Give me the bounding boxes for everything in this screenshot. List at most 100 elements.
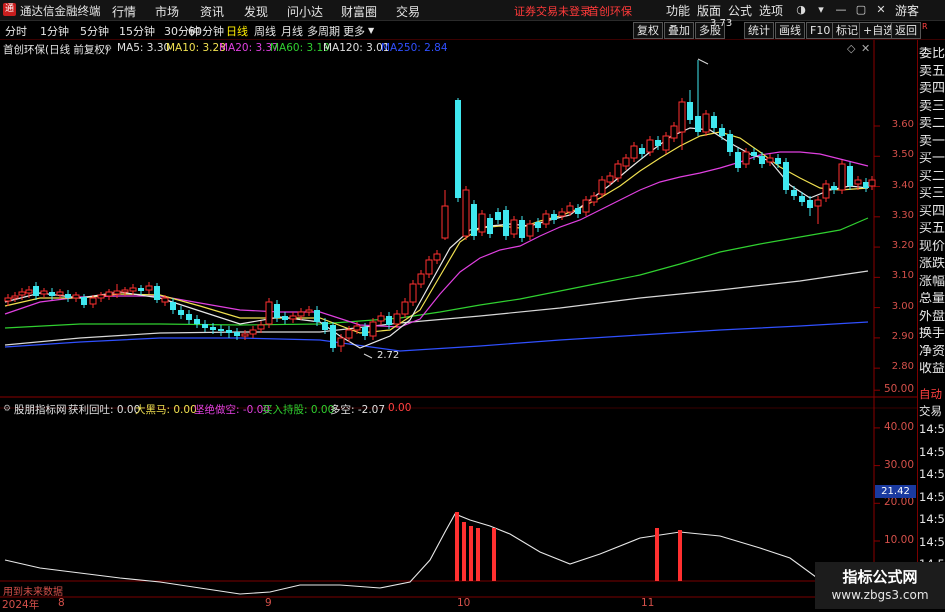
formula-button[interactable]: 公式 xyxy=(728,2,752,19)
indicator-tick-label: 10.00 xyxy=(883,534,914,546)
x-label-year: 2024年 xyxy=(2,599,40,611)
function-button[interactable]: 功能 xyxy=(666,2,690,19)
period-weekly[interactable]: 周线 xyxy=(254,23,276,39)
candle-up xyxy=(409,283,417,303)
candle-up xyxy=(289,315,297,320)
candle-up xyxy=(97,294,105,299)
candle-down xyxy=(186,314,192,320)
price-tick-label: 3.50 xyxy=(891,149,914,161)
quote-panel-item[interactable]: 卖四 xyxy=(919,82,945,96)
candle-up xyxy=(377,315,385,322)
restore-rights-button[interactable]: 复权 xyxy=(633,22,663,39)
time-entry: 14:56 xyxy=(919,467,945,481)
alert-stock[interactable]: 首创环保 xyxy=(588,3,632,19)
candle-up xyxy=(72,294,80,299)
indicator-tick-label: 20.00 xyxy=(883,496,914,509)
menu-news[interactable]: 资讯 xyxy=(200,3,224,20)
candle-up xyxy=(614,163,622,179)
ma250-line xyxy=(4,321,869,352)
auto-label[interactable]: 自动 xyxy=(919,386,942,402)
menu-quotes[interactable]: 行情 xyxy=(112,3,136,20)
quote-panel-item[interactable]: 总量 xyxy=(919,292,945,306)
x-label-aug: 8 xyxy=(58,597,65,609)
quote-panel-item[interactable]: 现价 xyxy=(919,240,945,254)
options-button[interactable]: 选项 xyxy=(759,2,783,19)
menu-trade[interactable]: 交易 xyxy=(396,3,420,20)
quote-panel-item[interactable]: 卖三 xyxy=(919,100,945,114)
candle-down xyxy=(575,208,581,214)
price-tick-label: 3.30 xyxy=(891,209,914,221)
quote-panel-item[interactable]: 净资 xyxy=(919,345,945,359)
guest-label[interactable]: 游客 xyxy=(895,2,919,19)
candle-up xyxy=(401,301,409,315)
candle-up xyxy=(510,219,518,235)
menu-market[interactable]: 市场 xyxy=(155,3,179,20)
menu-assistant[interactable]: 问小达 xyxy=(287,3,323,20)
theme-icon[interactable]: ◑ xyxy=(792,1,810,18)
maximize-icon[interactable]: ▢ xyxy=(852,1,870,18)
quote-panel-item[interactable]: 卖一 xyxy=(919,135,945,149)
candle-down xyxy=(807,200,813,208)
quote-panel-item[interactable]: 买一 xyxy=(919,152,945,166)
indicator-gear-icon[interactable]: ⚙ xyxy=(3,404,11,414)
period-daily[interactable]: 日线 xyxy=(226,23,248,39)
period-monthly[interactable]: 月线 xyxy=(281,23,303,39)
period-more[interactable]: 更多 xyxy=(343,23,365,39)
x-label-sep: 9 xyxy=(265,597,272,609)
candlesticks xyxy=(4,60,876,352)
f10-button[interactable]: F10 xyxy=(806,22,835,39)
candle-down xyxy=(194,319,200,324)
period-15min[interactable]: 15分钟 xyxy=(119,23,155,39)
candle-up xyxy=(113,290,121,295)
period-5min[interactable]: 5分钟 xyxy=(80,23,109,39)
time-entry: 14:56 xyxy=(919,534,945,549)
overlay-button[interactable]: 叠加 xyxy=(664,22,694,39)
candle-up xyxy=(4,297,12,302)
candle-down xyxy=(386,316,392,325)
menu-icon[interactable]: ▾ xyxy=(812,1,830,18)
quote-panel-item[interactable]: 换手 xyxy=(919,327,945,341)
login-alert[interactable]: 证券交易未登录 xyxy=(514,3,591,19)
drawing-button[interactable]: 画线 xyxy=(775,22,805,39)
candle-down xyxy=(202,324,208,328)
app-logo-icon: 通 xyxy=(3,3,16,16)
menu-discover[interactable]: 发现 xyxy=(244,3,268,20)
mark-button[interactable]: 标记 xyxy=(832,22,862,39)
quote-panel-item[interactable]: 卖五 xyxy=(919,65,945,79)
period-1min[interactable]: 1分钟 xyxy=(40,23,69,39)
statistics-button[interactable]: 统计 xyxy=(744,22,774,39)
indicator-tick-label: 50.00 xyxy=(883,383,914,396)
candle-down xyxy=(799,196,805,202)
quote-panel-item[interactable]: 买二 xyxy=(919,170,945,184)
watermark: 指标公式网 www.zbgs3.com xyxy=(815,562,945,609)
back-button[interactable]: 返回 xyxy=(891,22,921,39)
indicator-bar xyxy=(455,512,459,581)
period-60min[interactable]: 60分钟 xyxy=(188,23,224,39)
trade-label[interactable]: 交易 xyxy=(919,403,942,419)
candle-up xyxy=(868,179,876,187)
candle-down xyxy=(831,186,837,190)
quote-panel-item[interactable]: 收益 xyxy=(919,362,945,376)
layout-button[interactable]: 版面 xyxy=(697,2,721,19)
candle-up xyxy=(702,113,710,133)
quote-panel-item[interactable]: 买三 xyxy=(919,187,945,201)
quote-panel-item[interactable]: 买四 xyxy=(919,205,945,219)
quote-panel-item[interactable]: 外盘 xyxy=(919,310,945,324)
quote-panel-item[interactable]: 卖二 xyxy=(919,117,945,131)
ind-long-short: 多空: -2.07 xyxy=(330,404,386,416)
close-icon[interactable]: ✕ xyxy=(872,1,890,18)
candle-up xyxy=(814,199,822,207)
period-intraday[interactable]: 分时 xyxy=(5,23,27,39)
minimize-icon[interactable]: — xyxy=(832,1,850,18)
candle-up xyxy=(305,309,313,313)
menu-wealth[interactable]: 财富圈 xyxy=(341,3,377,20)
period-multi[interactable]: 多周期 xyxy=(307,23,340,39)
chart-area[interactable] xyxy=(0,40,917,609)
more-chevron-icon[interactable]: ▼ xyxy=(368,26,374,35)
candle-down xyxy=(551,214,557,220)
quote-panel-item[interactable]: 委比 xyxy=(919,47,945,61)
quote-panel-item[interactable]: 买五 xyxy=(919,222,945,236)
price-tick-label: 3.00 xyxy=(891,300,914,312)
quote-panel-item[interactable]: 涨幅 xyxy=(919,275,945,289)
quote-panel-item[interactable]: 涨跌 xyxy=(919,257,945,271)
